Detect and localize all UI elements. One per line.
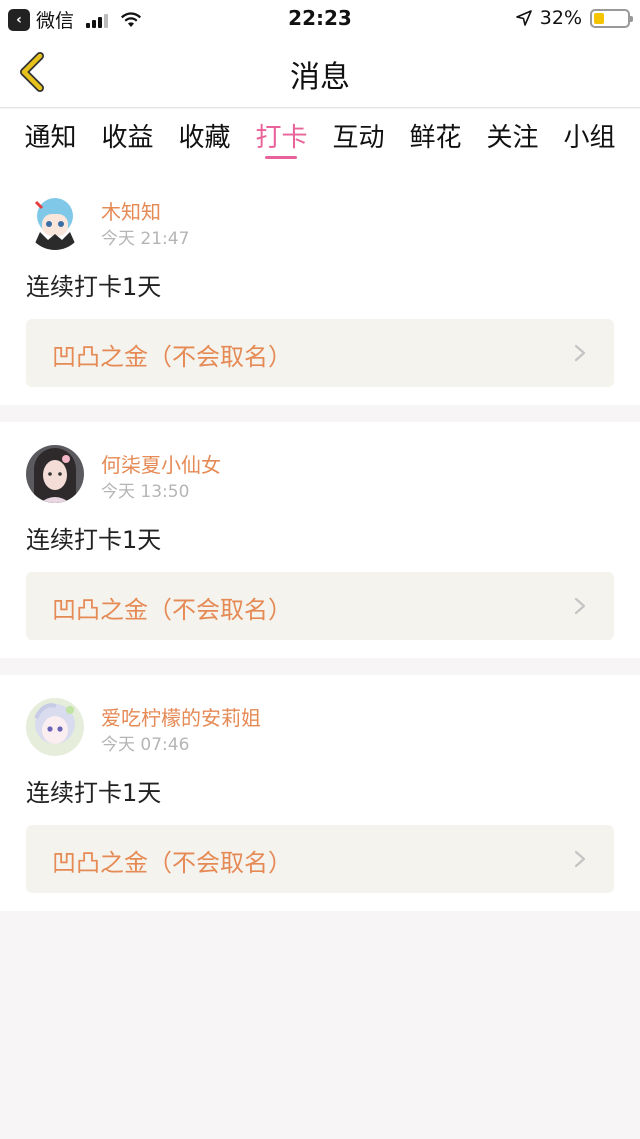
checkin-card: 何柒夏小仙女 今天 13:50 连续打卡1天 凹凸之金（不会取名） [0, 422, 640, 658]
battery-icon [590, 8, 633, 28]
battery-percent: 32% [539, 7, 582, 29]
page-title: 消息 [290, 60, 350, 95]
tab-favorites[interactable]: 收藏 [178, 109, 230, 169]
group-link[interactable]: 凹凸之金（不会取名） [26, 319, 614, 387]
group-link[interactable]: 凹凸之金（不会取名） [26, 572, 614, 640]
checkin-card: 爱吃柠檬的安莉姐 今天 07:46 连续打卡1天 凹凸之金（不会取名） [0, 675, 640, 911]
battery-fill [594, 12, 605, 24]
status-bar: ‹ 微信 22:23 32% [0, 0, 640, 36]
tab-underline [265, 156, 298, 159]
avatar[interactable] [26, 698, 84, 756]
tab-label: 通知 [24, 123, 77, 153]
group-name: 凹凸之金（不会取名） [52, 596, 292, 624]
tab-notifications[interactable]: 通知 [24, 109, 76, 169]
tab-label: 收藏 [178, 123, 231, 153]
tab-flowers[interactable]: 鲜花 [409, 109, 461, 169]
group-name: 凹凸之金（不会取名） [52, 849, 292, 877]
checkin-text: 连续打卡1天 [26, 526, 162, 554]
category-tabs: 通知 收益 收藏 打卡 互动 鲜花 关注 小组 [0, 109, 640, 169]
tab-label: 鲜花 [409, 123, 462, 153]
timestamp: 今天 13:50 [101, 482, 190, 502]
tab-label: 收益 [101, 123, 154, 153]
chevron-right-icon [574, 597, 586, 615]
tab-label: 打卡 [255, 123, 308, 153]
chevron-right-icon [574, 344, 586, 362]
avatar[interactable] [26, 445, 84, 503]
tab-groups[interactable]: 小组 [563, 109, 615, 169]
tab-label: 关注 [486, 123, 539, 153]
checkin-card: 木知知 今天 21:47 连续打卡1天 凹凸之金（不会取名） [0, 169, 640, 405]
username[interactable]: 何柒夏小仙女 [101, 449, 221, 478]
checkin-feed: 木知知 今天 21:47 连续打卡1天 凹凸之金（不会取名） 何柒夏小仙女 今天… [0, 169, 640, 928]
tab-label: 小组 [563, 123, 616, 153]
tab-following[interactable]: 关注 [486, 109, 538, 169]
checkin-text: 连续打卡1天 [26, 779, 162, 807]
tab-interaction[interactable]: 互动 [332, 109, 384, 169]
username[interactable]: 爱吃柠檬的安莉姐 [101, 702, 261, 731]
location-arrow-icon [515, 10, 532, 26]
tab-checkin[interactable]: 打卡 [255, 109, 308, 169]
tab-label: 互动 [332, 123, 385, 153]
timestamp: 今天 21:47 [101, 229, 190, 249]
nav-bar: 消息 [0, 36, 640, 108]
checkin-text: 连续打卡1天 [26, 273, 162, 301]
avatar[interactable] [26, 192, 84, 250]
status-right: 32% [515, 7, 633, 29]
chevron-right-icon [574, 850, 586, 868]
group-link[interactable]: 凹凸之金（不会取名） [26, 825, 614, 893]
username[interactable]: 木知知 [101, 196, 161, 225]
tab-earnings[interactable]: 收益 [101, 109, 153, 169]
timestamp: 今天 07:46 [101, 735, 190, 755]
group-name: 凹凸之金（不会取名） [52, 343, 292, 371]
